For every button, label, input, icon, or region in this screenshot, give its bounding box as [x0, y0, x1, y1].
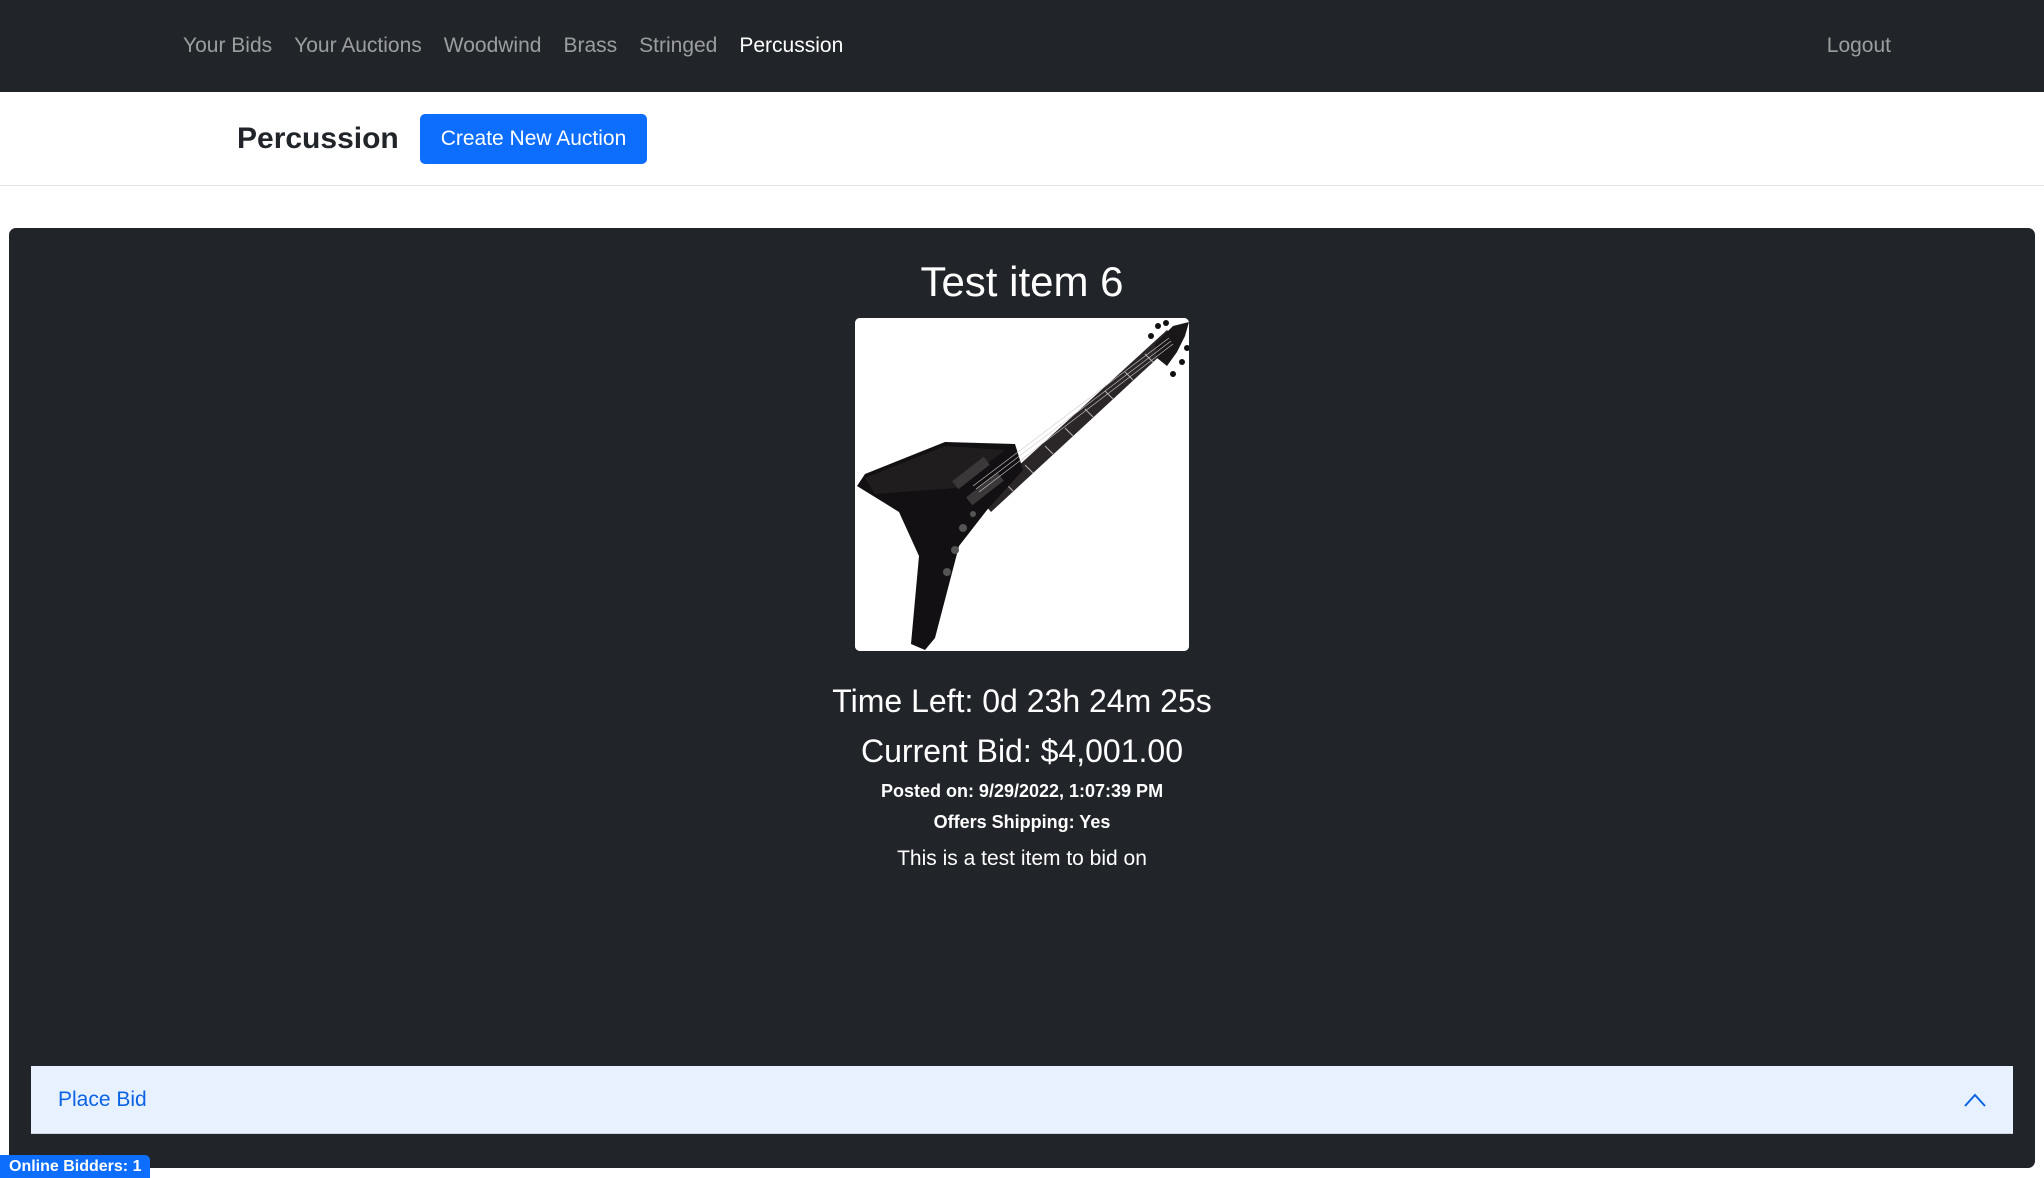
- auction-title: Test item 6: [920, 258, 1124, 305]
- create-new-auction-button[interactable]: Create New Auction: [420, 114, 647, 164]
- nav-links: Your Bids Your Auctions Woodwind Brass S…: [183, 0, 865, 92]
- page-title: Percussion: [237, 122, 399, 155]
- item-description: This is a test item to bid on: [897, 847, 1147, 870]
- nav-link-stringed[interactable]: Stringed: [639, 34, 717, 58]
- nav-link-brass[interactable]: Brass: [563, 34, 617, 58]
- time-left: Time Left: 0d 23h 24m 25s: [832, 683, 1212, 719]
- auction-card: Test item 6 Time Left: 0d 23h 24m 25s Cu…: [9, 228, 2035, 1168]
- nav-link-percussion[interactable]: Percussion: [739, 34, 843, 58]
- category-header: Percussion Create New Auction: [0, 92, 2044, 186]
- posted-on: Posted on: 9/29/2022, 1:07:39 PM: [880, 781, 1164, 801]
- online-bidders-badge: Online Bidders: 1: [0, 1155, 151, 1178]
- item-image: [855, 318, 1189, 651]
- logout-link[interactable]: Logout: [1827, 0, 1891, 92]
- nav-link-your-auctions[interactable]: Your Auctions: [294, 34, 422, 58]
- top-navbar: Your Bids Your Auctions Woodwind Brass S…: [0, 0, 2044, 92]
- offers-shipping: Offers Shipping: Yes: [933, 812, 1111, 832]
- place-bid-accordion-toggle[interactable]: Place Bid: [31, 1066, 2013, 1134]
- place-bid-label: Place Bid: [58, 1088, 147, 1111]
- nav-link-woodwind[interactable]: Woodwind: [444, 34, 542, 58]
- current-bid: Current Bid: $4,001.00: [861, 733, 1183, 769]
- nav-link-your-bids[interactable]: Your Bids: [183, 34, 272, 58]
- chevron-up-icon: [1964, 1093, 1986, 1107]
- electric-guitar-icon: [855, 318, 1189, 651]
